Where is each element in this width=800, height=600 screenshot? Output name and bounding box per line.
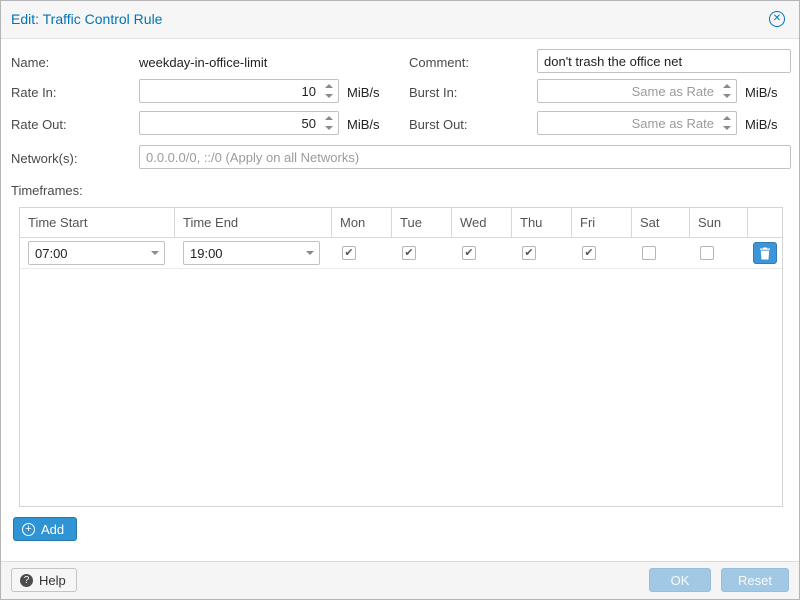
chevron-down-icon[interactable] bbox=[151, 251, 159, 255]
rate-in-field bbox=[139, 79, 339, 103]
dialog-titlebar: Edit: Traffic Control Rule ✕ bbox=[1, 1, 799, 39]
col-header-tue[interactable]: Tue bbox=[392, 208, 452, 237]
table-header-row: Time Start Time End Mon Tue Wed Thu Fri … bbox=[20, 208, 782, 238]
burst-out-unit: MiB/s bbox=[745, 117, 778, 132]
table-row: ✔ ✔ ✔ ✔ ✔ bbox=[20, 238, 782, 269]
checkbox-thu[interactable]: ✔ bbox=[522, 246, 536, 260]
spinner-down-icon[interactable] bbox=[325, 126, 333, 130]
burst-in-input[interactable] bbox=[537, 79, 737, 103]
col-header-sun[interactable]: Sun bbox=[690, 208, 748, 237]
burst-in-label: Burst In: bbox=[409, 85, 457, 100]
time-start-combobox[interactable] bbox=[28, 241, 165, 265]
spinner-down-icon[interactable] bbox=[325, 94, 333, 98]
spinner-up-icon[interactable] bbox=[723, 84, 731, 88]
rate-out-input[interactable] bbox=[139, 111, 339, 135]
checkbox-sat[interactable] bbox=[642, 246, 656, 260]
time-end-input[interactable] bbox=[183, 241, 320, 265]
reset-button[interactable]: Reset bbox=[721, 568, 789, 592]
col-header-fri[interactable]: Fri bbox=[572, 208, 632, 237]
col-header-thu[interactable]: Thu bbox=[512, 208, 572, 237]
add-button-label: Add bbox=[41, 522, 64, 537]
rate-in-label: Rate In: bbox=[11, 85, 57, 100]
plus-circle-icon: + bbox=[22, 523, 35, 536]
dialog-footer: ? Help OK Reset bbox=[1, 561, 799, 599]
dialog-title: Edit: Traffic Control Rule bbox=[11, 11, 162, 27]
rate-out-field bbox=[139, 111, 339, 135]
burst-out-field bbox=[537, 111, 737, 135]
networks-input[interactable] bbox=[139, 145, 791, 169]
spinner-up-icon[interactable] bbox=[723, 116, 731, 120]
spinner-down-icon[interactable] bbox=[723, 126, 731, 130]
time-start-input[interactable] bbox=[28, 241, 165, 265]
add-button[interactable]: + Add bbox=[13, 517, 77, 541]
comment-label: Comment: bbox=[409, 55, 469, 70]
col-header-time-start[interactable]: Time Start bbox=[20, 208, 175, 237]
comment-input[interactable] bbox=[537, 49, 791, 73]
chevron-down-icon[interactable] bbox=[306, 251, 314, 255]
trash-icon bbox=[759, 247, 771, 260]
checkbox-tue[interactable]: ✔ bbox=[402, 246, 416, 260]
rate-in-unit: MiB/s bbox=[347, 85, 380, 100]
name-label: Name: bbox=[11, 55, 49, 70]
timeframes-label: Timeframes: bbox=[11, 183, 83, 198]
delete-row-button[interactable] bbox=[753, 242, 777, 264]
help-button[interactable]: ? Help bbox=[11, 568, 77, 592]
checkbox-sun[interactable] bbox=[700, 246, 714, 260]
col-header-wed[interactable]: Wed bbox=[452, 208, 512, 237]
checkbox-wed[interactable]: ✔ bbox=[462, 246, 476, 260]
help-button-label: Help bbox=[39, 573, 66, 588]
col-header-sat[interactable]: Sat bbox=[632, 208, 690, 237]
col-header-time-end[interactable]: Time End bbox=[175, 208, 332, 237]
networks-label: Network(s): bbox=[11, 151, 77, 166]
time-end-combobox[interactable] bbox=[183, 241, 320, 265]
col-header-mon[interactable]: Mon bbox=[332, 208, 392, 237]
burst-out-input[interactable] bbox=[537, 111, 737, 135]
spinner-down-icon[interactable] bbox=[723, 94, 731, 98]
rate-out-unit: MiB/s bbox=[347, 117, 380, 132]
name-value: weekday-in-office-limit bbox=[139, 55, 267, 70]
ok-button[interactable]: OK bbox=[649, 568, 711, 592]
question-icon: ? bbox=[20, 574, 33, 587]
burst-in-field bbox=[537, 79, 737, 103]
checkbox-fri[interactable]: ✔ bbox=[582, 246, 596, 260]
burst-out-label: Burst Out: bbox=[409, 117, 468, 132]
col-header-actions bbox=[748, 208, 782, 237]
spinner-up-icon[interactable] bbox=[325, 84, 333, 88]
edit-traffic-control-rule-dialog: Edit: Traffic Control Rule ✕ Name: weekd… bbox=[0, 0, 800, 600]
rate-in-input[interactable] bbox=[139, 79, 339, 103]
timeframes-table: Time Start Time End Mon Tue Wed Thu Fri … bbox=[19, 207, 783, 507]
burst-in-unit: MiB/s bbox=[745, 85, 778, 100]
checkbox-mon[interactable]: ✔ bbox=[342, 246, 356, 260]
spinner-up-icon[interactable] bbox=[325, 116, 333, 120]
close-icon[interactable]: ✕ bbox=[769, 11, 785, 27]
rate-out-label: Rate Out: bbox=[11, 117, 67, 132]
